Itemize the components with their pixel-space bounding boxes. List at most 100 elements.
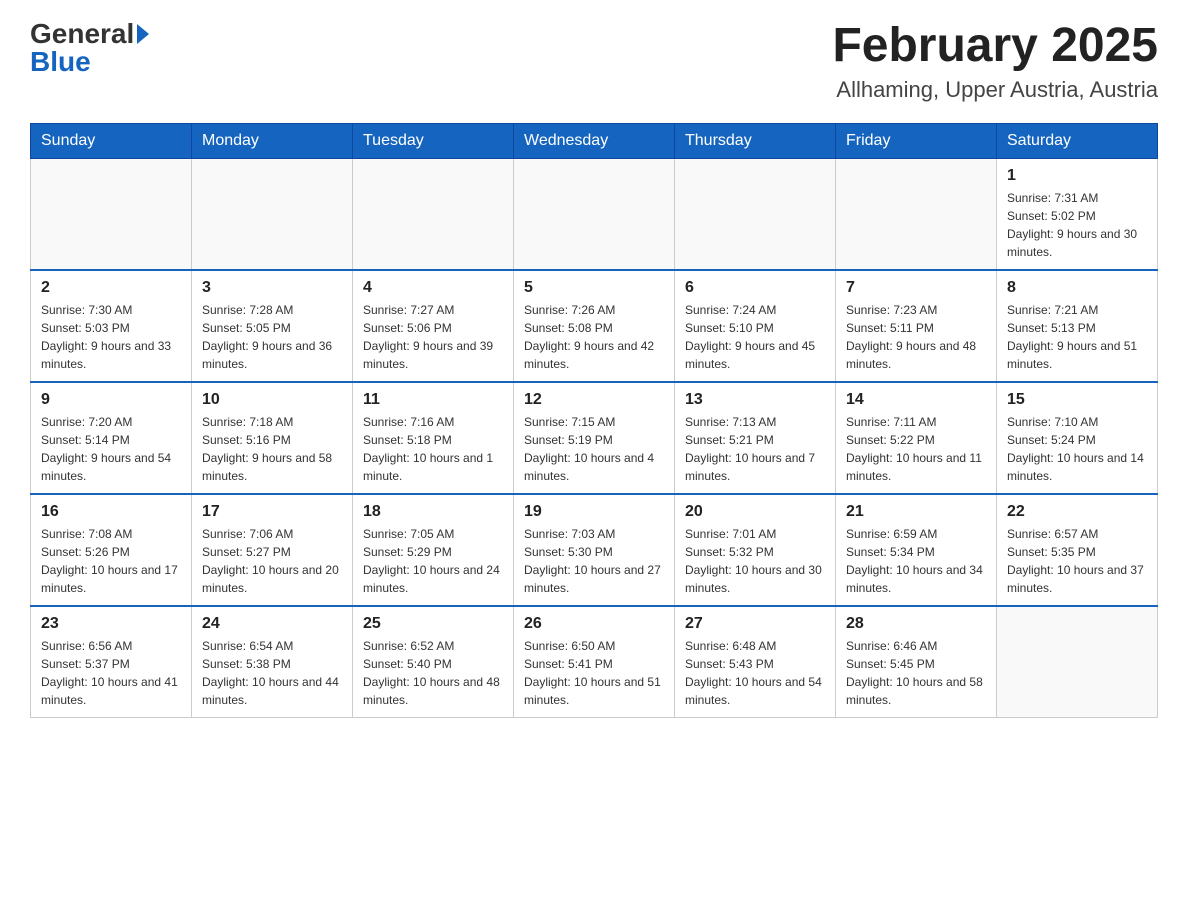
- day-sun-info: Sunrise: 7:05 AMSunset: 5:29 PMDaylight:…: [363, 525, 503, 597]
- day-sun-info: Sunrise: 7:21 AMSunset: 5:13 PMDaylight:…: [1007, 301, 1147, 373]
- day-number: 10: [202, 391, 342, 409]
- day-sun-info: Sunrise: 7:06 AMSunset: 5:27 PMDaylight:…: [202, 525, 342, 597]
- day-number: 23: [41, 615, 181, 633]
- logo-general-text: General: [30, 20, 134, 48]
- day-of-week-header: Wednesday: [514, 123, 675, 158]
- day-sun-info: Sunrise: 7:10 AMSunset: 5:24 PMDaylight:…: [1007, 413, 1147, 485]
- calendar-day-cell: 11Sunrise: 7:16 AMSunset: 5:18 PMDayligh…: [353, 382, 514, 494]
- day-number: 25: [363, 615, 503, 633]
- calendar-day-cell: [997, 606, 1158, 718]
- day-number: 17: [202, 503, 342, 521]
- calendar-day-cell: 5 Sunrise: 7:26 AMSunset: 5:08 PMDaylight…: [514, 270, 675, 382]
- calendar-day-cell: 14Sunrise: 7:11 AMSunset: 5:22 PMDayligh…: [836, 382, 997, 494]
- day-number: 16: [41, 503, 181, 521]
- day-number: 9: [41, 391, 181, 409]
- calendar-body: 1 Sunrise: 7:31 AMSunset: 5:02 PMDaylight…: [31, 158, 1158, 717]
- day-number: 1: [1007, 167, 1147, 185]
- day-number: 13: [685, 391, 825, 409]
- day-number: 5: [524, 279, 664, 297]
- calendar-day-cell: 4 Sunrise: 7:27 AMSunset: 5:06 PMDaylight…: [353, 270, 514, 382]
- day-sun-info: Sunrise: 7:24 AMSunset: 5:10 PMDaylight:…: [685, 301, 825, 373]
- day-sun-info: Sunrise: 6:57 AMSunset: 5:35 PMDaylight:…: [1007, 525, 1147, 597]
- day-sun-info: Sunrise: 6:56 AMSunset: 5:37 PMDaylight:…: [41, 637, 181, 709]
- day-of-week-header: Sunday: [31, 123, 192, 158]
- calendar-day-cell: 13 Sunrise: 7:13 AMSunset: 5:21 PMDayligh…: [675, 382, 836, 494]
- day-number: 3: [202, 279, 342, 297]
- calendar-day-cell: 19Sunrise: 7:03 AMSunset: 5:30 PMDayligh…: [514, 494, 675, 606]
- calendar-day-cell: 28 Sunrise: 6:46 AMSunset: 5:45 PMDayligh…: [836, 606, 997, 718]
- calendar-day-cell: 20Sunrise: 7:01 AMSunset: 5:32 PMDayligh…: [675, 494, 836, 606]
- calendar-day-cell: 10Sunrise: 7:18 AMSunset: 5:16 PMDayligh…: [192, 382, 353, 494]
- calendar-week-row: 16 Sunrise: 7:08 AMSunset: 5:26 PMDayligh…: [31, 494, 1158, 606]
- calendar-day-cell: [514, 158, 675, 270]
- day-number: 26: [524, 615, 664, 633]
- day-sun-info: Sunrise: 7:30 AMSunset: 5:03 PMDaylight:…: [41, 301, 181, 373]
- day-sun-info: Sunrise: 7:03 AMSunset: 5:30 PMDaylight:…: [524, 525, 664, 597]
- day-sun-info: Sunrise: 7:31 AMSunset: 5:02 PMDaylight:…: [1007, 189, 1147, 261]
- calendar-day-cell: 23 Sunrise: 6:56 AMSunset: 5:37 PMDayligh…: [31, 606, 192, 718]
- title-section: February 2025 Allhaming, Upper Austria, …: [832, 20, 1158, 103]
- day-sun-info: Sunrise: 7:16 AMSunset: 5:18 PMDaylight:…: [363, 413, 503, 485]
- calendar-day-cell: 2 Sunrise: 7:30 AMSunset: 5:03 PMDaylight…: [31, 270, 192, 382]
- calendar-week-row: 2 Sunrise: 7:30 AMSunset: 5:03 PMDaylight…: [31, 270, 1158, 382]
- calendar-day-cell: 8 Sunrise: 7:21 AMSunset: 5:13 PMDaylight…: [997, 270, 1158, 382]
- calendar-table: SundayMondayTuesdayWednesdayThursdayFrid…: [30, 123, 1158, 718]
- day-sun-info: Sunrise: 7:26 AMSunset: 5:08 PMDaylight:…: [524, 301, 664, 373]
- calendar-day-cell: 7 Sunrise: 7:23 AMSunset: 5:11 PMDaylight…: [836, 270, 997, 382]
- calendar-day-cell: [192, 158, 353, 270]
- day-sun-info: Sunrise: 7:13 AMSunset: 5:21 PMDaylight:…: [685, 413, 825, 485]
- day-sun-info: Sunrise: 7:27 AMSunset: 5:06 PMDaylight:…: [363, 301, 503, 373]
- calendar-day-cell: 24Sunrise: 6:54 AMSunset: 5:38 PMDayligh…: [192, 606, 353, 718]
- calendar-week-row: 23 Sunrise: 6:56 AMSunset: 5:37 PMDayligh…: [31, 606, 1158, 718]
- calendar-day-cell: 12 Sunrise: 7:15 AMSunset: 5:19 PMDayligh…: [514, 382, 675, 494]
- day-number: 15: [1007, 391, 1147, 409]
- page-header: General Blue February 2025 Allhaming, Up…: [30, 20, 1158, 103]
- calendar-day-cell: 21 Sunrise: 6:59 AMSunset: 5:34 PMDayligh…: [836, 494, 997, 606]
- day-sun-info: Sunrise: 7:28 AMSunset: 5:05 PMDaylight:…: [202, 301, 342, 373]
- calendar-day-cell: 3 Sunrise: 7:28 AMSunset: 5:05 PMDaylight…: [192, 270, 353, 382]
- day-sun-info: Sunrise: 6:48 AMSunset: 5:43 PMDaylight:…: [685, 637, 825, 709]
- day-number: 21: [846, 503, 986, 521]
- day-sun-info: Sunrise: 7:23 AMSunset: 5:11 PMDaylight:…: [846, 301, 986, 373]
- calendar-day-cell: 16 Sunrise: 7:08 AMSunset: 5:26 PMDayligh…: [31, 494, 192, 606]
- day-sun-info: Sunrise: 6:50 AMSunset: 5:41 PMDaylight:…: [524, 637, 664, 709]
- calendar-title: February 2025: [832, 20, 1158, 73]
- calendar-header: SundayMondayTuesdayWednesdayThursdayFrid…: [31, 123, 1158, 158]
- day-sun-info: Sunrise: 6:46 AMSunset: 5:45 PMDaylight:…: [846, 637, 986, 709]
- calendar-day-cell: [675, 158, 836, 270]
- day-of-week-header: Tuesday: [353, 123, 514, 158]
- calendar-week-row: 9 Sunrise: 7:20 AMSunset: 5:14 PMDaylight…: [31, 382, 1158, 494]
- day-number: 24: [202, 615, 342, 633]
- day-sun-info: Sunrise: 7:20 AMSunset: 5:14 PMDaylight:…: [41, 413, 181, 485]
- day-of-week-header: Monday: [192, 123, 353, 158]
- day-number: 7: [846, 279, 986, 297]
- calendar-day-cell: [353, 158, 514, 270]
- calendar-day-cell: 9 Sunrise: 7:20 AMSunset: 5:14 PMDaylight…: [31, 382, 192, 494]
- day-number: 12: [524, 391, 664, 409]
- day-of-week-header: Thursday: [675, 123, 836, 158]
- day-sun-info: Sunrise: 7:01 AMSunset: 5:32 PMDaylight:…: [685, 525, 825, 597]
- calendar-day-cell: 6 Sunrise: 7:24 AMSunset: 5:10 PMDaylight…: [675, 270, 836, 382]
- calendar-day-cell: 25Sunrise: 6:52 AMSunset: 5:40 PMDayligh…: [353, 606, 514, 718]
- day-number: 27: [685, 615, 825, 633]
- day-of-week-header: Friday: [836, 123, 997, 158]
- calendar-day-cell: 18Sunrise: 7:05 AMSunset: 5:29 PMDayligh…: [353, 494, 514, 606]
- day-sun-info: Sunrise: 7:15 AMSunset: 5:19 PMDaylight:…: [524, 413, 664, 485]
- day-number: 4: [363, 279, 503, 297]
- calendar-day-cell: 27 Sunrise: 6:48 AMSunset: 5:43 PMDayligh…: [675, 606, 836, 718]
- day-sun-info: Sunrise: 7:11 AMSunset: 5:22 PMDaylight:…: [846, 413, 986, 485]
- day-number: 28: [846, 615, 986, 633]
- day-number: 6: [685, 279, 825, 297]
- calendar-day-cell: [31, 158, 192, 270]
- calendar-week-row: 1 Sunrise: 7:31 AMSunset: 5:02 PMDaylight…: [31, 158, 1158, 270]
- day-sun-info: Sunrise: 6:59 AMSunset: 5:34 PMDaylight:…: [846, 525, 986, 597]
- day-of-week-header: Saturday: [997, 123, 1158, 158]
- calendar-day-cell: 26 Sunrise: 6:50 AMSunset: 5:41 PMDayligh…: [514, 606, 675, 718]
- calendar-day-cell: [836, 158, 997, 270]
- logo-blue-text: Blue: [30, 48, 91, 76]
- day-number: 2: [41, 279, 181, 297]
- day-number: 8: [1007, 279, 1147, 297]
- day-sun-info: Sunrise: 7:08 AMSunset: 5:26 PMDaylight:…: [41, 525, 181, 597]
- calendar-day-cell: 15 Sunrise: 7:10 AMSunset: 5:24 PMDayligh…: [997, 382, 1158, 494]
- days-of-week-row: SundayMondayTuesdayWednesdayThursdayFrid…: [31, 123, 1158, 158]
